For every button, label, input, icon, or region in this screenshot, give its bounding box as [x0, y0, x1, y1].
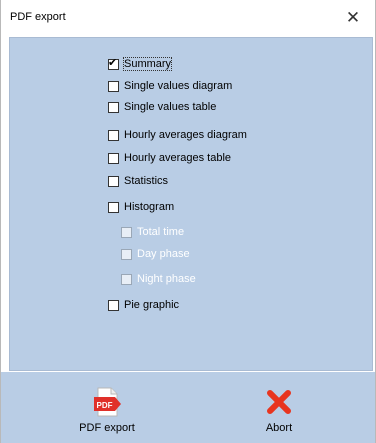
checkbox-day-phase — [121, 248, 132, 260]
option-label-single-values-diagram: Single values diagram — [124, 80, 233, 92]
pdf-export-label: PDF export — [79, 422, 135, 434]
option-day-phase: Day phase — [121, 246, 190, 262]
checkmark-icon: ✔ — [108, 56, 118, 69]
abort-x-icon — [265, 387, 293, 417]
option-label-night-phase: Night phase — [137, 273, 196, 285]
option-hourly-averages-diagram[interactable]: Hourly averages diagram — [108, 127, 247, 143]
option-label-hourly-averages-diagram: Hourly averages diagram — [124, 129, 247, 141]
option-total-time: Total time — [121, 224, 184, 240]
option-label-summary: Summary — [122, 57, 173, 71]
checkbox-night-phase — [121, 273, 132, 285]
pdf-export-dialog: PDF export ✕ ✔ Summary Single values dia… — [0, 0, 376, 443]
option-histogram[interactable]: Histogram — [108, 199, 174, 215]
option-single-values-table[interactable]: Single values table — [108, 99, 216, 115]
checkbox-pie-graphic[interactable] — [108, 299, 119, 311]
options-panel: ✔ Summary Single values diagram Single v… — [9, 37, 373, 371]
option-label-single-values-table: Single values table — [124, 101, 217, 113]
checkbox-single-values-diagram[interactable] — [108, 80, 119, 92]
checkbox-hourly-averages-table[interactable] — [108, 152, 119, 164]
pdf-file-icon: PDF — [92, 387, 122, 417]
abort-button[interactable]: Abort — [234, 372, 324, 443]
pdf-icon-text: PDF — [97, 401, 113, 410]
option-label-day-phase: Day phase — [137, 248, 190, 260]
option-label-histogram: Histogram — [124, 201, 175, 213]
window-title: PDF export — [10, 11, 66, 23]
checkbox-single-values-table[interactable] — [108, 101, 119, 113]
option-statistics[interactable]: Statistics — [108, 173, 168, 189]
checkbox-summary[interactable]: ✔ — [108, 56, 119, 70]
close-button[interactable]: ✕ — [331, 0, 375, 36]
checkbox-hourly-averages-diagram[interactable] — [108, 129, 119, 141]
checkbox-histogram[interactable] — [108, 201, 119, 213]
pdf-export-button[interactable]: PDF PDF export — [62, 372, 152, 443]
checkbox-total-time — [121, 226, 132, 238]
option-label-total-time: Total time — [137, 226, 185, 238]
option-single-values-diagram[interactable]: Single values diagram — [108, 78, 232, 94]
option-night-phase: Night phase — [121, 271, 196, 287]
option-label-hourly-averages-table: Hourly averages table — [124, 152, 232, 164]
option-label-pie-graphic: Pie graphic — [124, 299, 180, 311]
option-pie-graphic[interactable]: Pie graphic — [108, 297, 179, 313]
option-hourly-averages-table[interactable]: Hourly averages table — [108, 150, 231, 166]
abort-label: Abort — [265, 422, 293, 434]
checkbox-statistics[interactable] — [108, 175, 119, 187]
option-summary[interactable]: ✔ Summary — [108, 56, 173, 72]
button-bar: PDF PDF export Abort — [1, 372, 375, 443]
option-label-statistics: Statistics — [124, 175, 169, 187]
title-bar: PDF export ✕ — [1, 0, 375, 36]
close-icon: ✕ — [345, 8, 361, 27]
